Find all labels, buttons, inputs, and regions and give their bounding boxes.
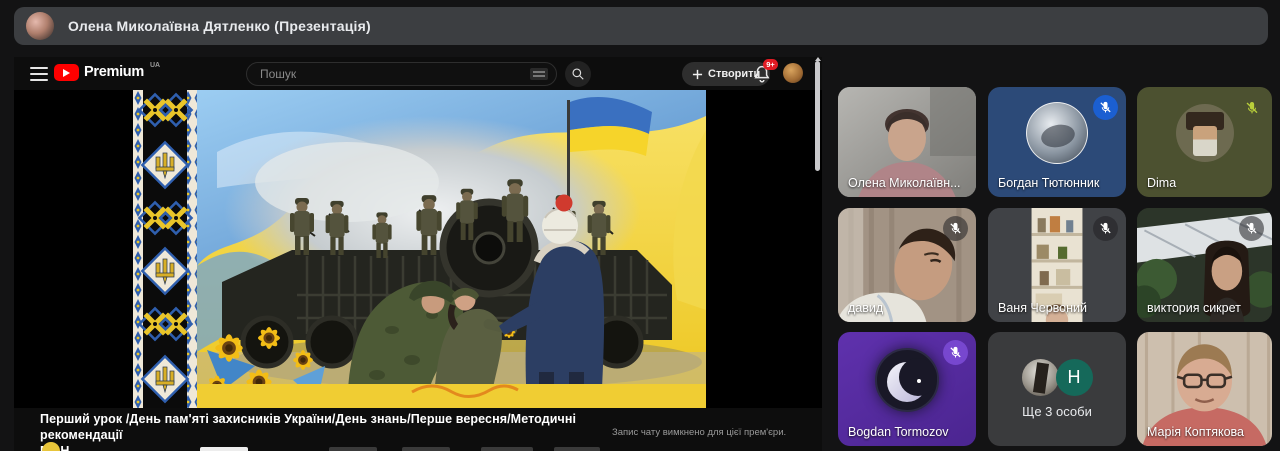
action-button-partial[interactable] [329,447,377,451]
youtube-premium-logo[interactable]: Premium UA [54,64,160,81]
participant-tile-more-people[interactable]: Н Ще 3 особи [988,332,1126,446]
chat-disabled-notice: Запис чату вимкнено для цієї прем'єри. [612,427,786,438]
meet-window: Олена Миколаївна Дятленко (Презентація) … [0,0,1280,451]
video-player[interactable] [14,90,822,408]
plus-icon [692,69,703,80]
more-people-label: Ще 3 особи [1022,404,1092,419]
overflow-avatar-photo [1022,359,1059,396]
participant-name: Марія Коптякова [1147,425,1244,439]
search-input[interactable] [260,67,530,81]
video-title: Перший урок /День пам'яті захисників Укр… [40,411,620,451]
mic-off-icon [943,216,968,241]
participant-name: Олена Миколаївн... [848,176,961,190]
participant-name: Bogdan Tormozov [848,425,949,439]
participant-tile-dima[interactable]: Dima [1137,87,1272,197]
youtube-account-avatar[interactable] [783,63,803,83]
overflow-avatar-letter: Н [1056,359,1093,396]
youtube-play-icon [54,64,79,81]
search-button[interactable] [565,61,591,87]
mic-off-icon [1239,95,1264,120]
youtube-header: Premium UA Створити [14,57,822,91]
participant-tile-olena[interactable]: Олена Миколаївн... [838,87,976,197]
notification-count-badge: 9+ [763,59,778,70]
participant-tile-davyd[interactable]: давид [838,208,976,322]
video-frame-illustration [197,90,706,408]
participant-tile-viktoria[interactable]: виктория сикрет [1137,208,1272,322]
participant-name: Dima [1147,176,1176,190]
keyboard-icon[interactable] [530,68,548,80]
participant-avatar [1176,104,1234,162]
participant-tile-vania-chervonyi[interactable]: Ваня Червоний [988,208,1126,322]
mic-off-icon [943,340,968,365]
participant-name: давид [848,301,883,315]
action-button-partial[interactable] [554,447,600,451]
mic-off-icon [1239,216,1264,241]
mic-off-icon [1093,216,1118,241]
participant-avatar [1026,102,1088,164]
participant-name: Богдан Тютюнник [998,176,1099,190]
search-box[interactable] [246,62,557,86]
speaker-title: Олена Миколаївна Дятленко (Презентація) [68,18,371,34]
action-button-partial[interactable] [402,447,450,451]
menu-icon[interactable] [30,67,48,81]
participant-name: Ваня Червоний [998,301,1087,315]
embroidery-ornament [133,90,197,408]
scrollbar-thumb[interactable] [815,61,820,171]
participant-tile-bohdan-tiutiunnyk[interactable]: Богдан Тютюнник [988,87,1126,197]
participant-avatar [875,348,939,412]
subscribe-button-partial[interactable] [200,447,248,451]
participant-tile-maria-koptiakova[interactable]: Марія Коптякова [1137,332,1272,446]
action-button-partial[interactable] [481,447,533,451]
participant-tile-bogdan-tormozov[interactable]: Bogdan Tormozov [838,332,976,446]
participant-name: виктория сикрет [1147,301,1241,315]
presentation-speaker-bar[interactable]: Олена Миколаївна Дятленко (Презентація) [14,7,1268,45]
youtube-country-badge: UA [150,62,160,69]
youtube-brand-label: Premium [84,64,144,81]
mic-off-icon [1093,95,1118,120]
shared-screen-youtube[interactable]: Premium UA Створити [14,57,822,451]
search-icon [571,67,585,81]
speaker-avatar [26,12,54,40]
